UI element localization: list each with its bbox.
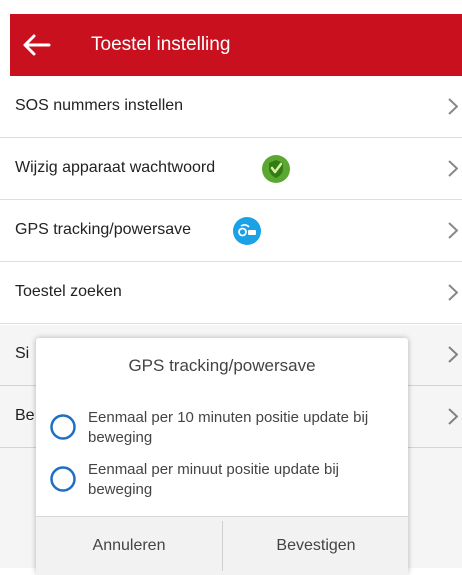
- radio-unchecked-icon[interactable]: [50, 414, 76, 440]
- option-label: Eenmaal per 10 minuten positie update bi…: [88, 409, 369, 446]
- gps-tracking-icon: [233, 217, 261, 245]
- app-header: Toestel instelling: [10, 14, 462, 76]
- confirm-button[interactable]: Bevestigen: [223, 517, 409, 575]
- gps-tracking-dialog: GPS tracking/powersave Eenmaal per 10 mi…: [36, 338, 408, 575]
- page-title: Toestel instelling: [91, 34, 231, 55]
- cancel-button[interactable]: Annuleren: [36, 517, 222, 575]
- settings-item-password[interactable]: Wijzig apparaat wachtwoord: [0, 138, 462, 200]
- chevron-right-icon: [448, 284, 458, 301]
- settings-item-label: GPS tracking/powersave: [15, 221, 192, 238]
- settings-item-label: Toestel zoeken: [15, 283, 122, 300]
- settings-item-sos[interactable]: SOS nummers instellen: [0, 76, 462, 138]
- chevron-right-icon: [448, 160, 458, 177]
- shield-icon: [262, 155, 290, 183]
- radio-unchecked-icon[interactable]: [50, 466, 76, 492]
- chevron-right-icon: [448, 98, 458, 115]
- settings-item-label: Wijzig apparaat wachtwoord: [15, 159, 216, 176]
- option-label: Eenmaal per minuut positie update bij be…: [88, 461, 339, 498]
- settings-item-label: SOS nummers instellen: [15, 97, 184, 114]
- settings-item-find-device[interactable]: Toestel zoeken: [0, 262, 462, 324]
- settings-item-gps[interactable]: GPS tracking/powersave: [0, 200, 462, 262]
- back-arrow-icon[interactable]: [20, 29, 52, 61]
- dialog-title: GPS tracking/powersave: [128, 356, 316, 375]
- chevron-right-icon: [448, 222, 458, 239]
- dialog-buttons: Annuleren Bevestigen: [36, 516, 408, 575]
